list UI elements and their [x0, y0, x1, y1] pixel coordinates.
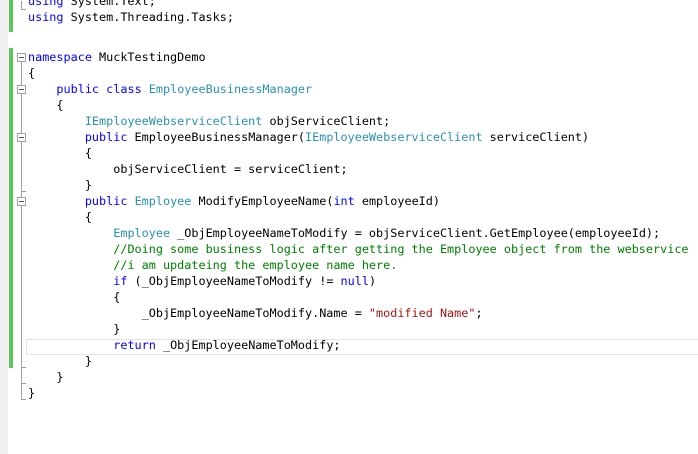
code-line[interactable]: } — [28, 177, 92, 193]
code-line[interactable]: using System.Text; — [28, 0, 156, 9]
code-line[interactable]: { — [28, 145, 92, 161]
code-line[interactable]: public EmployeeBusinessManager(IEmployee… — [28, 129, 589, 145]
code-line[interactable]: if (_ObjEmployeeNameToModify != null) — [28, 273, 376, 289]
code-line[interactable]: objServiceClient = serviceClient; — [28, 161, 347, 177]
code-line[interactable]: { — [28, 65, 35, 81]
code-line[interactable]: namespace MuckTestingDemo — [28, 49, 206, 65]
code-line[interactable]: using System.Threading.Tasks; — [28, 9, 234, 25]
change-indicator-bar — [9, 0, 13, 32]
code-line[interactable]: return _ObjEmployeeNameToModify; — [28, 337, 340, 353]
code-line[interactable]: } — [28, 321, 120, 337]
code-line[interactable]: } — [28, 369, 63, 385]
code-line[interactable]: IEmployeeWebserviceClient objServiceClie… — [28, 113, 390, 129]
change-indicator-bar — [9, 48, 13, 368]
code-line[interactable]: { — [28, 97, 63, 113]
code-line[interactable]: } — [28, 385, 35, 401]
code-line[interactable]: public class EmployeeBusinessManager — [28, 81, 312, 97]
outline-end-tick — [21, 383, 26, 384]
outline-end-tick — [21, 399, 26, 400]
code-line[interactable]: //Doing some business logic after gettin… — [28, 241, 688, 257]
outline-guide — [21, 62, 22, 399]
outline-end-tick — [21, 9, 26, 10]
collapse-constructor-icon[interactable] — [17, 133, 26, 142]
collapse-namespace-icon[interactable] — [17, 53, 26, 62]
code-line[interactable]: Employee _ObjEmployeeNameToModify = objS… — [28, 225, 660, 241]
collapse-method-icon[interactable] — [17, 197, 26, 206]
collapse-class-icon[interactable] — [17, 85, 26, 94]
code-line[interactable]: } — [28, 353, 92, 369]
code-line[interactable]: //i am updateing the employee name here. — [28, 257, 397, 273]
outline-guide — [21, 1, 22, 9]
code-editor[interactable]: using System.Text; using System.Threadin… — [0, 0, 698, 454]
editor-margin — [0, 0, 8, 454]
code-line[interactable]: _ObjEmployeeNameToModify.Name = "modifie… — [28, 305, 483, 321]
code-line[interactable]: public Employee ModifyEmployeeName(int e… — [28, 193, 440, 209]
outline-end-tick — [21, 191, 26, 192]
outline-end-tick — [21, 367, 26, 368]
code-line[interactable]: { — [28, 209, 92, 225]
code-line[interactable]: { — [28, 289, 120, 305]
